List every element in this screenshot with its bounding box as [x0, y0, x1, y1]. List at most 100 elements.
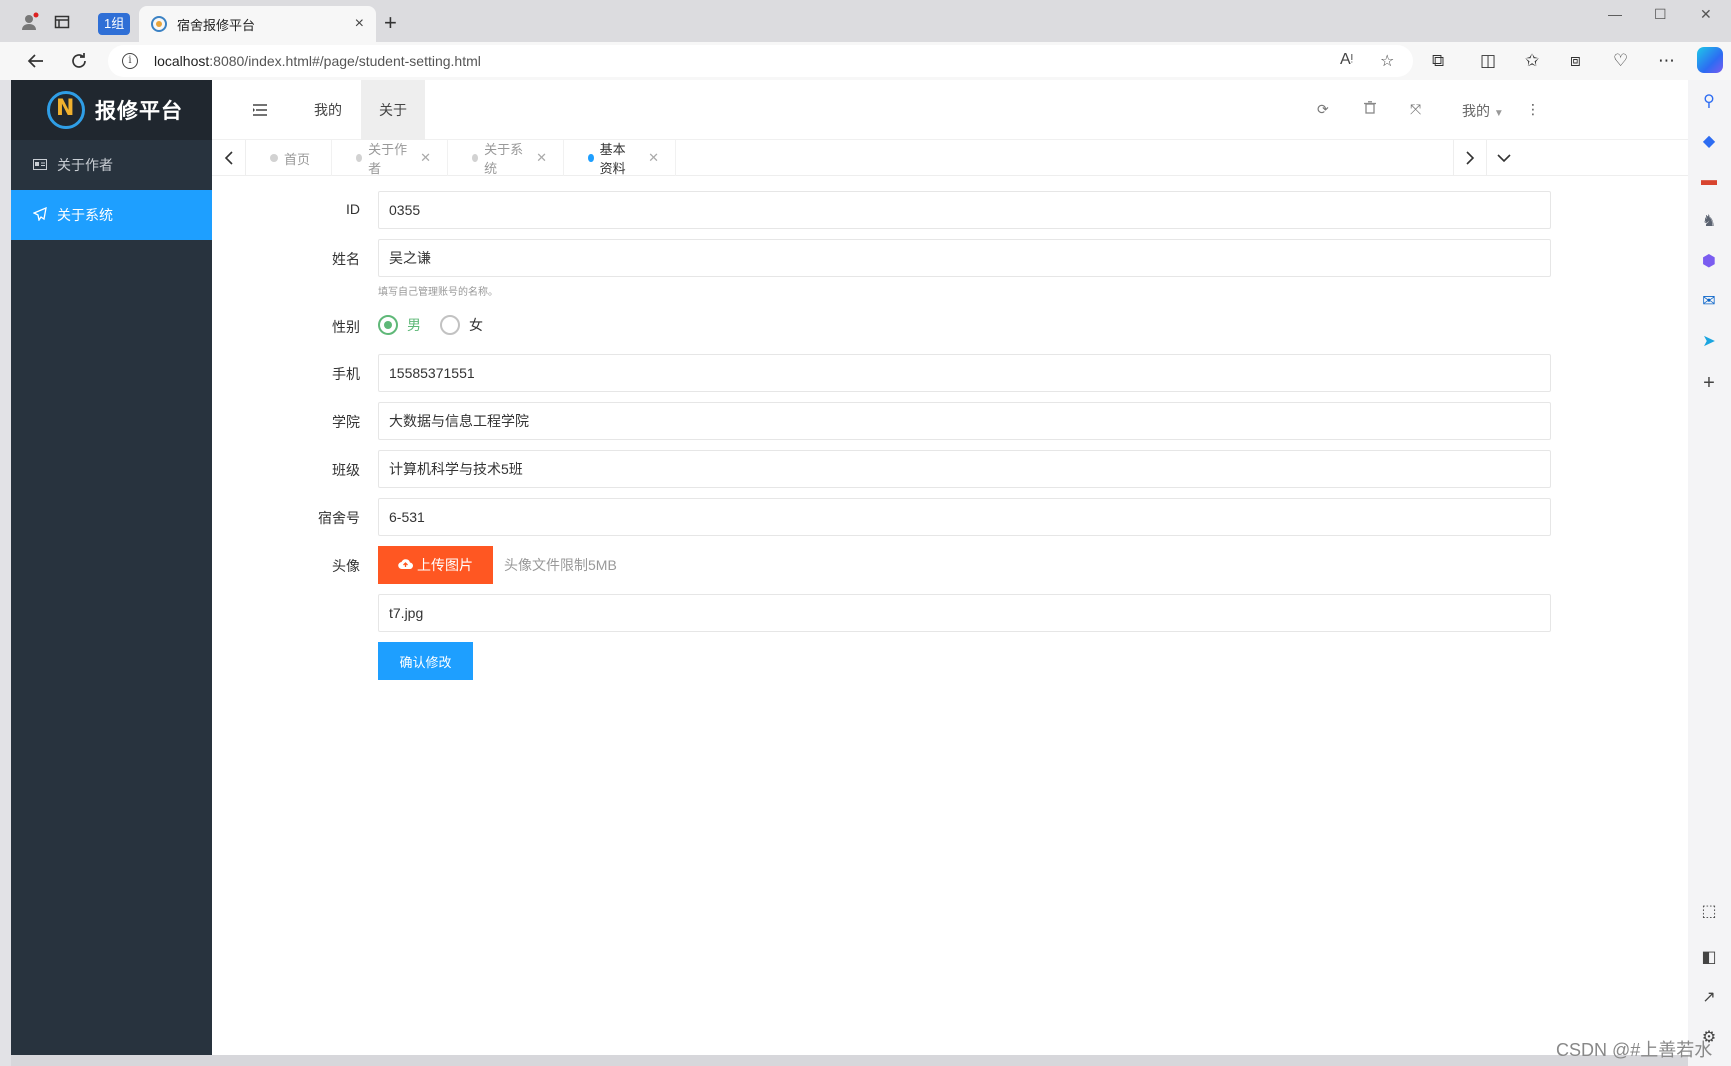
browser-essentials-icon[interactable]: ♡ — [1613, 51, 1628, 71]
tab-label: 基本资料 — [599, 142, 626, 176]
games-icon[interactable]: ♞ — [1698, 210, 1720, 232]
hide-sidebar-icon[interactable]: ◧ — [1698, 946, 1720, 968]
close-window-button[interactable]: ✕ — [1700, 6, 1712, 23]
logo-text: 报修平台 — [95, 100, 183, 123]
outlook-icon[interactable]: ✉ — [1698, 290, 1720, 312]
form-row-phone: 手机 — [212, 354, 1688, 392]
upload-button-label: 上传图片 — [417, 557, 473, 573]
favorites-icon[interactable]: ✩ — [1525, 51, 1539, 71]
refresh-button[interactable] — [66, 48, 92, 74]
phone-field[interactable] — [378, 354, 1551, 392]
menu-toggle-icon — [253, 104, 267, 116]
avatar-size-note: 头像文件限制5MB — [504, 557, 617, 573]
gender-radio-female[interactable]: 女 — [440, 315, 483, 335]
name-label: 姓名 — [332, 251, 360, 267]
profile-icon[interactable] — [18, 10, 42, 34]
gender-label: 性别 — [332, 319, 360, 335]
college-field[interactable] — [378, 402, 1551, 440]
paper-plane-icon — [31, 206, 49, 224]
id-card-icon — [31, 158, 49, 173]
collections-icon[interactable]: ⧈ — [1570, 51, 1581, 71]
close-tab-icon[interactable]: ✕ — [536, 150, 547, 166]
sidebar-toggle-button[interactable] — [240, 80, 280, 140]
screenshot-icon[interactable]: ⬚ — [1698, 900, 1720, 922]
user-menu[interactable]: 我的 ▼ — [1462, 101, 1504, 121]
site-info-icon[interactable]: i — [122, 53, 138, 69]
browser-tab-active[interactable]: 宿舍报修平台 × — [139, 6, 376, 42]
maximize-button[interactable]: ☐ — [1654, 6, 1667, 23]
copilot-icon[interactable] — [1697, 47, 1723, 73]
read-aloud-icon[interactable]: Aᵎ — [1340, 51, 1353, 69]
phone-label: 手机 — [332, 366, 360, 382]
tab-label: 关于系统 — [484, 142, 524, 176]
name-field[interactable] — [378, 239, 1551, 277]
more-menu-icon[interactable]: ⋯ — [1658, 51, 1675, 71]
upload-image-button[interactable]: 上传图片 — [378, 546, 493, 584]
open-external-icon[interactable]: ↗ — [1698, 986, 1720, 1008]
caret-down-icon: ▼ — [1493, 108, 1504, 119]
back-button[interactable] — [23, 48, 49, 74]
gender-option-label: 男 — [407, 317, 421, 333]
sidebar-item-label: 关于作者 — [57, 157, 113, 173]
tab-dot-icon — [472, 154, 479, 162]
minimize-button[interactable]: — — [1608, 6, 1622, 22]
logo[interactable]: 报修平台 — [11, 80, 212, 140]
id-field[interactable] — [378, 191, 1551, 229]
sidebar-item-about-author[interactable]: 关于作者 — [11, 140, 212, 190]
tabs-scroll-right-icon[interactable] — [1453, 140, 1487, 176]
new-tab-button[interactable]: + — [384, 10, 397, 36]
gender-option-label: 女 — [469, 317, 483, 333]
search-icon[interactable]: ⚲ — [1698, 90, 1720, 112]
site-favicon-icon — [151, 16, 167, 32]
refresh-page-icon[interactable]: ⟳ — [1317, 101, 1329, 118]
split-screen-icon[interactable]: ◫ — [1480, 51, 1496, 71]
close-tab-icon[interactable]: × — [355, 15, 364, 33]
tab-about-author[interactable]: 关于作者 ✕ — [332, 140, 448, 176]
tabs-dropdown-icon[interactable] — [1487, 140, 1521, 176]
radio-unchecked-icon — [440, 315, 460, 335]
tab-actions-icon[interactable] — [50, 10, 74, 34]
tab-group-badge[interactable]: 1组 — [98, 13, 131, 35]
form-row-submit: 确认修改 — [212, 642, 1688, 680]
name-hint: 填写自己管理账号的名称。 — [378, 287, 498, 298]
tab-about-system[interactable]: 关于系统 ✕ — [448, 140, 564, 176]
confirm-modify-button[interactable]: 确认修改 — [378, 642, 473, 680]
window-edge — [0, 80, 11, 1066]
favorite-star-icon[interactable]: ☆ — [1380, 51, 1394, 71]
browser-toolbar: i localhost:8080/index.html#/page/studen… — [0, 42, 1731, 80]
form-row-class: 班级 — [212, 450, 1688, 488]
cloud-upload-icon — [398, 557, 414, 573]
add-sidebar-app-icon[interactable]: + — [1698, 372, 1720, 394]
fullscreen-icon[interactable]: ⤧ — [1410, 101, 1421, 118]
gender-radio-male[interactable]: 男 — [378, 315, 421, 335]
form-row-name: 姓名 填写自己管理账号的名称。 — [212, 239, 1688, 298]
extensions-icon[interactable]: ⧉ — [1432, 51, 1444, 71]
tab-dot-icon — [270, 154, 278, 162]
logo-icon — [47, 91, 85, 129]
close-tab-icon[interactable]: ✕ — [420, 150, 431, 166]
avatar-label: 头像 — [332, 558, 360, 574]
header-menu-mine[interactable]: 我的 — [296, 80, 360, 140]
clear-cache-trash-icon[interactable] — [1364, 101, 1376, 117]
college-label: 学院 — [332, 414, 360, 430]
header-menu-about[interactable]: 关于 — [361, 80, 425, 140]
send-icon[interactable]: ➤ — [1698, 330, 1720, 352]
dorm-field[interactable] — [378, 498, 1551, 536]
sidebar-item-about-system[interactable]: 关于系统 — [11, 190, 212, 240]
class-field[interactable] — [378, 450, 1551, 488]
microsoft365-icon[interactable]: ⬢ — [1698, 250, 1720, 272]
tab-basic-info[interactable]: 基本资料 ✕ — [564, 140, 676, 176]
tab-home[interactable]: 首页 — [246, 140, 332, 176]
tools-briefcase-icon[interactable]: ▬ — [1698, 170, 1720, 192]
tabs-scroll-left-icon[interactable] — [212, 140, 246, 176]
close-tab-icon[interactable]: ✕ — [648, 150, 659, 166]
more-vertical-icon[interactable]: ⋮ — [1526, 101, 1540, 118]
browser-sidebar: ⚲ ◆ ▬ ♞ ⬢ ✉ ➤ + ⬚ ◧ ↗ ⚙ — [1688, 80, 1731, 1066]
address-bar[interactable]: i localhost:8080/index.html#/page/studen… — [108, 45, 1413, 77]
shopping-tag-icon[interactable]: ◆ — [1698, 130, 1720, 152]
browser-tab-title: 宿舍报修平台 — [177, 17, 256, 33]
avatar-filename-field[interactable] — [378, 594, 1551, 632]
form-row-gender: 性别 男 女 — [212, 307, 1688, 345]
dorm-label: 宿舍号 — [318, 510, 360, 526]
sidebar-item-label: 关于系统 — [57, 207, 113, 223]
